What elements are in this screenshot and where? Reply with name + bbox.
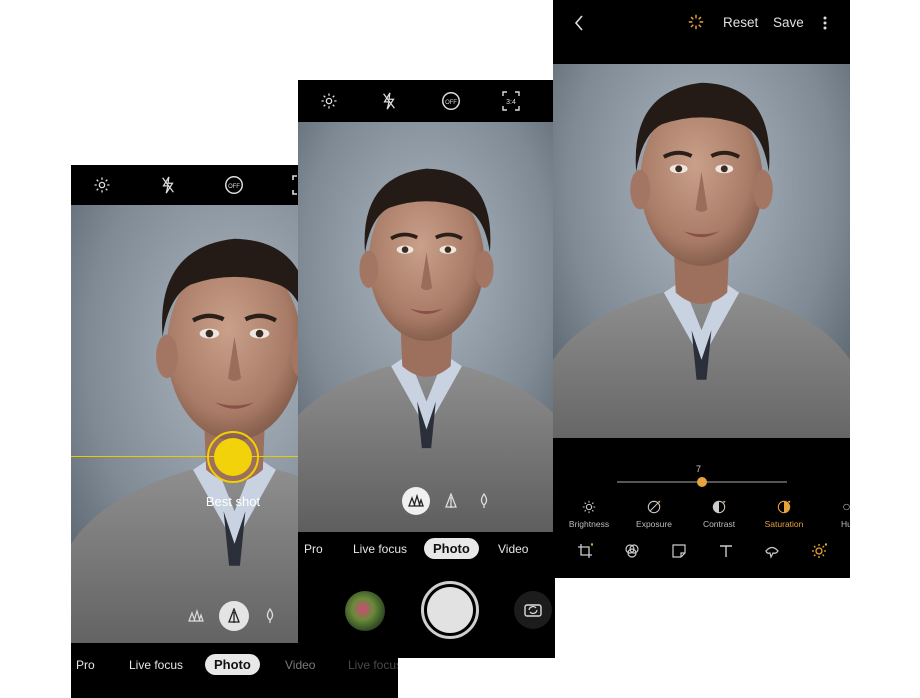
mode-live-focus[interactable]: Live focus — [353, 542, 407, 556]
slider-value: 7 — [696, 464, 702, 474]
crop-rotate-icon[interactable] — [575, 541, 595, 561]
shutter-button[interactable] — [421, 581, 479, 639]
timer-off-icon[interactable]: OFF — [222, 173, 246, 197]
tool-label-brightness: Brightness — [568, 519, 610, 529]
mode-pro[interactable]: Pro — [304, 542, 323, 556]
aspect-ratio-label: 3:4 — [506, 99, 516, 106]
mode-photo[interactable]: Photo — [424, 538, 479, 559]
best-shot-indicator[interactable] — [207, 431, 259, 483]
text-icon[interactable] — [716, 541, 736, 561]
mode-photo[interactable]: Photo — [205, 654, 260, 675]
edit-photo-preview — [553, 64, 850, 438]
mode-live-focus-extra[interactable]: Live focus — [348, 658, 398, 672]
tool-hue[interactable]: Hue — [819, 498, 850, 529]
mode-video[interactable]: Video — [285, 658, 315, 672]
sticker-icon[interactable] — [669, 541, 689, 561]
timer-off-label: OFF — [445, 100, 457, 106]
mode-live-focus[interactable]: Live focus — [129, 658, 183, 672]
aspect-ratio-icon[interactable]: 3:4 — [500, 90, 522, 112]
editor-top-bar: Reset Save — [553, 0, 850, 64]
tool-label-saturation: Saturation — [764, 519, 804, 529]
tool-exposure[interactable]: Exposure — [624, 498, 684, 529]
exposure-icon — [624, 498, 684, 516]
portrait-photo — [298, 122, 555, 532]
focus-multi-face[interactable] — [402, 487, 430, 515]
focus-tree[interactable] — [471, 488, 497, 514]
gear-icon[interactable] — [91, 174, 113, 196]
focus-single-face[interactable] — [219, 601, 249, 631]
adjust-slider[interactable] — [617, 477, 787, 487]
gallery-thumbnail[interactable] — [345, 591, 385, 631]
slider-knob[interactable] — [697, 477, 707, 487]
tool-saturation[interactable]: Saturation — [754, 498, 814, 529]
saturation-icon — [754, 498, 814, 516]
filters-icon[interactable] — [622, 541, 642, 561]
viewfinder[interactable] — [298, 122, 555, 532]
mode-selector: Pro Live focus Photo Video — [298, 537, 555, 561]
portrait-photo — [553, 64, 850, 438]
best-shot-label: Best shot — [205, 494, 261, 509]
chevron-left-icon[interactable] — [569, 12, 589, 34]
camera-screen-middle: OFF 3:4 Pro Live focus Photo Video — [298, 80, 555, 658]
photo-editor-screen: Reset Save 7 Brightness Exposure Contras… — [553, 0, 850, 578]
timer-off-icon[interactable]: OFF — [439, 89, 463, 113]
tool-label-hue: Hue — [841, 519, 850, 529]
reset-button[interactable]: Reset — [723, 15, 758, 30]
paint-brush-icon[interactable] — [762, 541, 782, 561]
mode-video[interactable]: Video — [498, 542, 528, 556]
more-vertical-icon[interactable] — [817, 12, 833, 34]
save-button[interactable]: Save — [773, 15, 804, 30]
switch-camera-icon[interactable] — [514, 591, 552, 629]
focus-tree[interactable] — [257, 603, 283, 629]
brightness-icon — [559, 498, 619, 516]
adjust-sun-icon[interactable] — [809, 541, 829, 561]
contrast-icon — [689, 498, 749, 516]
tool-label-contrast: Contrast — [702, 519, 736, 529]
tool-contrast[interactable]: Contrast — [689, 498, 749, 529]
hue-icon — [819, 498, 850, 516]
gear-icon[interactable] — [318, 90, 340, 112]
camera-top-bar: OFF 3:4 — [298, 80, 555, 122]
flash-off-icon[interactable] — [378, 90, 400, 112]
svg-text:OFF: OFF — [228, 184, 240, 190]
flash-off-icon[interactable] — [157, 174, 179, 196]
focus-single-face[interactable] — [438, 488, 464, 514]
magic-wand-icon[interactable] — [685, 11, 707, 33]
tool-label-exposure: Exposure — [636, 519, 672, 529]
focus-multi-face[interactable] — [183, 603, 209, 629]
tool-brightness[interactable]: Brightness — [559, 498, 619, 529]
mode-pro[interactable]: Pro — [76, 658, 95, 672]
